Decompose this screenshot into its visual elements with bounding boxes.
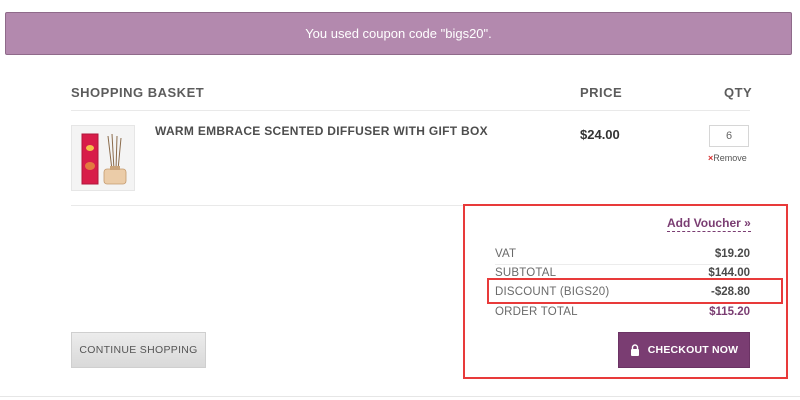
discount-value: -$28.80 — [710, 286, 750, 298]
add-voucher-link[interactable]: Add Voucher » — [667, 216, 751, 232]
product-name[interactable]: WARM EMBRACE SCENTED DIFFUSER WITH GIFT … — [155, 124, 488, 138]
price-column-header: PRICE — [580, 85, 623, 100]
basket-heading: SHOPPING BASKET — [71, 85, 205, 100]
coupon-success-banner: You used coupon code "bigs20". — [5, 12, 792, 55]
coupon-message: You used coupon code "bigs20". — [305, 26, 492, 41]
vat-label: VAT — [495, 248, 517, 260]
qty-column-header: QTY — [724, 85, 753, 100]
page-bottom-divider — [0, 396, 800, 397]
quantity-input[interactable] — [709, 125, 749, 147]
remove-label: Remove — [713, 153, 747, 163]
order-total-row: ORDER TOTAL $115.20 — [495, 304, 750, 320]
continue-shopping-button[interactable]: CONTINUE SHOPPING — [71, 332, 206, 368]
diffuser-product-image — [72, 126, 134, 190]
order-total-label: ORDER TOTAL — [495, 306, 578, 318]
remove-item-link[interactable]: ×Remove — [708, 153, 747, 163]
checkout-now-button[interactable]: CHECKOUT NOW — [618, 332, 750, 368]
discount-label: DISCOUNT (BIGS20) — [495, 286, 610, 298]
vat-value: $19.20 — [714, 248, 750, 260]
product-image[interactable] — [71, 125, 135, 191]
lock-icon — [630, 344, 639, 356]
checkout-label: CHECKOUT NOW — [647, 344, 739, 356]
vat-row: VAT $19.20 — [495, 246, 750, 262]
order-total-value: $115.20 — [709, 306, 750, 318]
discount-row: DISCOUNT (BIGS20) -$28.80 — [495, 284, 750, 300]
header-divider — [71, 110, 750, 111]
product-price: $24.00 — [580, 127, 620, 142]
